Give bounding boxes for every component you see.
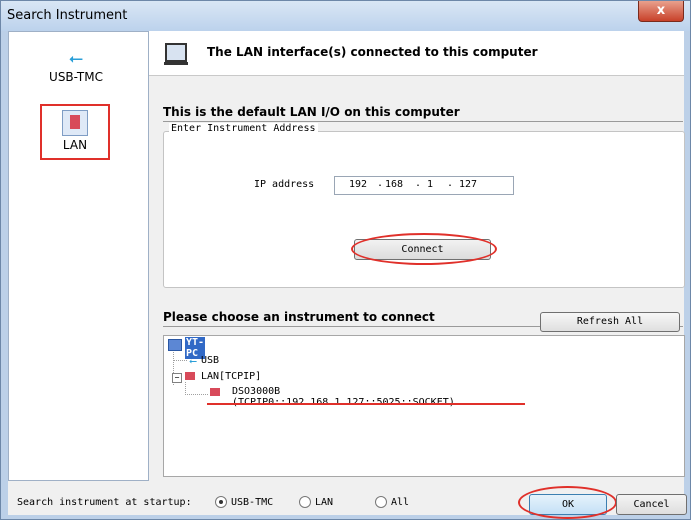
panel-header: The LAN interface(s) connected to this c… <box>149 31 684 76</box>
title-bar: Search Instrument x <box>1 1 690 31</box>
tree-node-usb-label[interactable]: USB <box>201 355 219 366</box>
close-button[interactable]: x <box>638 1 684 22</box>
sidebar-item-label: LAN <box>62 138 88 152</box>
ip-octet-1[interactable]: 192 <box>349 179 367 190</box>
sidebar-item-lan[interactable]: LAN <box>40 104 110 160</box>
search-instrument-window: Search Instrument x ⭠ USB-TMC LAN The LA… <box>0 0 691 520</box>
sidebar-item-label: USB-TMC <box>49 70 103 84</box>
startup-option-all[interactable]: All <box>375 496 409 508</box>
radio-selected-icon[interactable] <box>215 496 227 508</box>
lan-icon <box>62 110 88 136</box>
highlight-underline <box>207 403 525 405</box>
panel-header-text: The LAN interface(s) connected to this c… <box>207 45 538 59</box>
ip-octet-3[interactable]: 1 <box>427 179 433 190</box>
startup-option-lan[interactable]: LAN <box>299 496 333 508</box>
default-lan-section-title: This is the default LAN I/O on this comp… <box>163 105 683 122</box>
ip-octet-2[interactable]: 168 <box>385 179 403 190</box>
ip-octet-4[interactable]: 127 <box>459 179 477 190</box>
dialog-footer: Search instrument at startup: USB-TMC LA… <box>8 486 687 519</box>
highlight-ring <box>351 233 497 265</box>
main-panel: The LAN interface(s) connected to this c… <box>149 31 685 481</box>
cancel-button[interactable]: Cancel <box>616 494 687 515</box>
radio-icon[interactable] <box>299 496 311 508</box>
radio-icon[interactable] <box>375 496 387 508</box>
interface-sidebar: ⭠ USB-TMC LAN <box>8 31 149 481</box>
startup-label: Search instrument at startup: <box>17 497 192 508</box>
group-legend: Enter Instrument Address <box>169 123 318 134</box>
instrument-icon <box>210 388 220 396</box>
usb-icon: ⭠ <box>189 356 197 367</box>
window-title: Search Instrument <box>7 8 128 23</box>
highlight-ring <box>518 486 617 519</box>
dialog-client: ⭠ USB-TMC LAN The LAN interface(s) conne… <box>8 31 687 519</box>
computer-icon <box>168 339 182 351</box>
collapse-toggle[interactable]: − <box>172 373 182 383</box>
instrument-address-group: Enter Instrument Address IP address 192 … <box>163 123 685 288</box>
radio-label: USB-TMC <box>231 496 274 508</box>
lan-icon <box>185 372 195 380</box>
radio-label: LAN <box>315 496 334 508</box>
tree-node-lan-label[interactable]: LAN[TCPIP] <box>201 371 261 382</box>
startup-option-usb-tmc[interactable]: USB-TMC <box>215 496 273 508</box>
radio-label: All <box>391 496 410 508</box>
ip-address-field[interactable]: 192 . 168 . 1 . 127 <box>334 176 514 195</box>
monitor-icon <box>164 43 188 65</box>
instrument-tree[interactable]: YT-PC ⭠ USB − LAN[TCPIP] DSO3000B (TCPIP… <box>163 335 685 477</box>
ip-address-label: IP address <box>254 179 315 190</box>
sidebar-item-usb-tmc[interactable]: ⭠ USB-TMC <box>31 48 121 84</box>
refresh-all-button[interactable]: Refresh All <box>540 312 680 332</box>
usb-icon: ⭠ <box>68 48 84 69</box>
